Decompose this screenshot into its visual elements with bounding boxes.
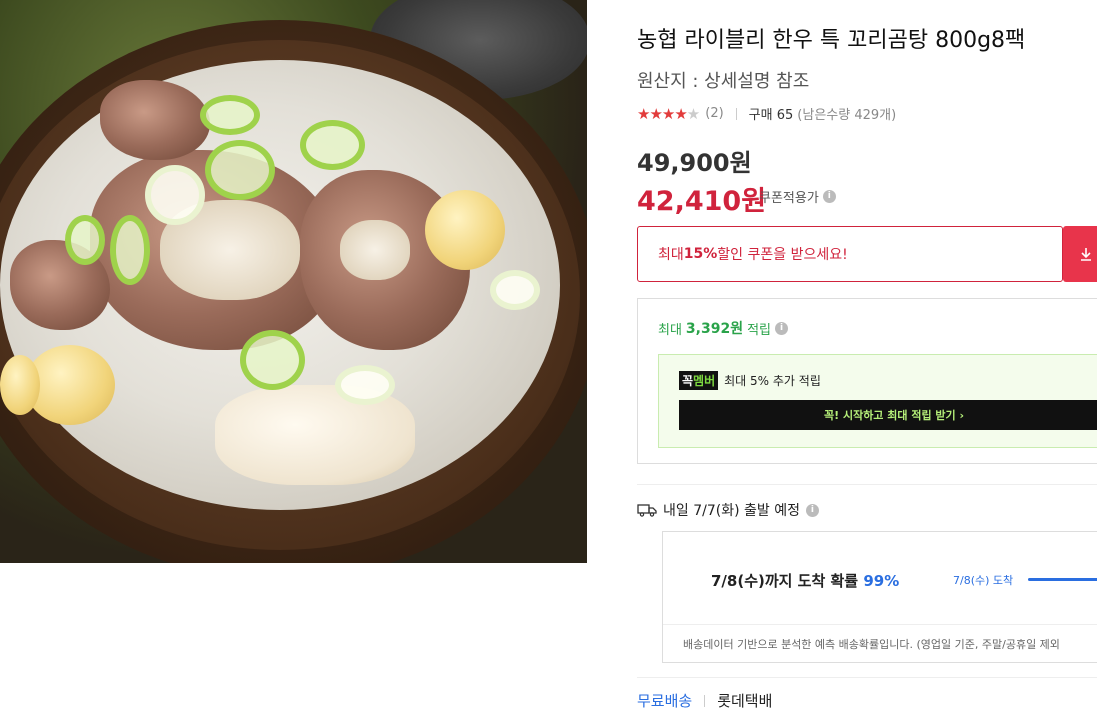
coupon-text-prefix: 최대 (658, 247, 684, 263)
product-origin: 원산지 : 상세설명 참조 (637, 71, 810, 92)
dispatch-line: 내일 7/7(화) 출발 예정 i (637, 500, 819, 520)
delivery-row: 무료배송 롯데택배 (637, 690, 772, 711)
divider (663, 624, 1097, 625)
points-prefix: 최대 (658, 322, 682, 338)
coupon-discount: 15% (683, 246, 718, 262)
section-divider (637, 484, 1097, 485)
points-suffix: 적립 (747, 322, 772, 338)
points-line: 최대 3,392원 적립 i (658, 318, 789, 338)
product-title: 농협 라이블리 한우 특 꼬리곰탕 800g8팩 (637, 28, 1026, 53)
review-count[interactable]: (2) (705, 106, 723, 121)
remaining-stock: (남은수량 429개) (797, 108, 897, 123)
garlic (0, 355, 40, 415)
garlic (425, 190, 505, 270)
points-box: 최대 3,392원 적립 i 꼭멤버 최대 5% 추가 적립 2 꼭! 시작하고… (637, 298, 1097, 464)
member-text: 최대 5% 추가 적립 (724, 374, 821, 388)
green-onion (490, 270, 540, 310)
shipping-note: 배송데이터 기반으로 분석한 예측 배송확률입니다. (영업일 기준, 주말/공… (683, 638, 1060, 651)
arrival-percent: 99% (863, 572, 900, 590)
green-onion (145, 165, 205, 225)
info-icon[interactable]: i (805, 503, 819, 517)
member-promo-box: 꼭멤버 최대 5% 추가 적립 2 꼭! 시작하고 최대 적립 받기 › (658, 354, 1097, 448)
green-onion (240, 330, 305, 390)
arrival-text: 7/8(수)까지 도착 확률 (711, 572, 864, 590)
product-info-panel: 농협 라이블리 한우 특 꼬리곰탕 800g8팩 원산지 : 상세설명 참조 ★… (637, 0, 1097, 722)
member-row: 꼭멤버 최대 5% 추가 적립 (679, 371, 821, 390)
points-amount: 3,392원 (685, 321, 744, 337)
radish (215, 385, 415, 485)
star-full-icon: ★★★★ (637, 104, 688, 123)
info-icon[interactable]: i (822, 190, 836, 203)
rating-stars[interactable]: ★★★★★ (637, 104, 700, 123)
coupon-banner[interactable]: 최대 15% 할인 쿠폰을 받으세요! (637, 226, 1063, 282)
green-onion (110, 215, 150, 285)
truck-icon (637, 504, 657, 517)
original-price: 49,900원 (637, 149, 752, 177)
dispatch-text: 내일 7/7(화) 출발 예정 (663, 503, 800, 519)
info-icon[interactable]: i (775, 321, 789, 335)
member-start-button[interactable]: 꼭! 시작하고 최대 적립 받기 › (679, 400, 1097, 430)
green-onion (300, 120, 365, 170)
star-half-icon: ★ (686, 104, 700, 123)
green-onion (335, 365, 395, 405)
arrival-probability: 7/8(수)까지 도착 확률 99% (711, 570, 899, 591)
green-onion (65, 215, 105, 265)
member-badge-a: 꼭 (682, 374, 694, 388)
bone (340, 220, 410, 280)
purchase-count: 구매 65 (748, 108, 794, 123)
rating-row: ★★★★★ (2) 구매 65 (남은수량 429개) (637, 104, 897, 124)
download-icon (1081, 248, 1091, 261)
green-onion (205, 140, 275, 200)
member-badge: 꼭멤버 (679, 371, 719, 390)
coupon-applied-text: 쿠폰적용가 (759, 191, 819, 206)
arrival-mini-label: 7/8(수) 도착 (953, 574, 1014, 587)
product-image (0, 0, 587, 563)
coupon-text-suffix: 할인 쿠폰을 받으세요! (717, 247, 848, 263)
arrival-bar (1028, 578, 1097, 581)
coupon-download-button[interactable] (1063, 226, 1097, 282)
divider (704, 694, 706, 707)
member-badge-b: 멤버 (693, 374, 716, 388)
free-shipping-label: 무료배송 (637, 692, 693, 710)
coupon-applied-label: 쿠폰적용가 i (759, 187, 836, 206)
arrival-box: 7/8(수)까지 도착 확률 99% 7/8(수) 도착 배송데이터 기반으로 … (662, 531, 1097, 663)
carrier-name: 롯데택배 (717, 692, 773, 710)
green-onion (200, 95, 260, 135)
divider (735, 107, 737, 120)
sale-price: 42,410원 (637, 186, 767, 217)
section-divider (637, 677, 1097, 678)
